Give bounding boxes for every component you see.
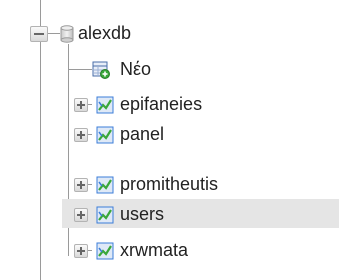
expand-toggle[interactable] <box>74 98 88 112</box>
expand-toggle[interactable] <box>74 244 88 258</box>
table-label[interactable]: epifaneies <box>120 90 202 118</box>
expand-toggle[interactable] <box>74 208 88 222</box>
table-label[interactable]: users <box>120 200 164 228</box>
new-item-label[interactable]: Νέο <box>120 55 151 83</box>
table-label[interactable]: panel <box>120 120 164 148</box>
new-table-icon <box>92 61 110 79</box>
table-label[interactable]: xrwmata <box>120 236 188 264</box>
table-icon <box>96 96 114 114</box>
expand-toggle[interactable] <box>74 128 88 142</box>
collapse-toggle[interactable] <box>30 26 48 42</box>
table-icon <box>96 242 114 260</box>
table-icon <box>96 176 114 194</box>
expand-toggle[interactable] <box>74 178 88 192</box>
database-label[interactable]: alexdb <box>78 19 131 47</box>
table-icon <box>96 126 114 144</box>
navigation-tree: alexdb Νέο epifaneies panel promitheutis… <box>0 0 339 280</box>
table-icon <box>96 206 114 224</box>
database-icon <box>60 25 74 43</box>
table-label[interactable]: promitheutis <box>120 170 218 198</box>
